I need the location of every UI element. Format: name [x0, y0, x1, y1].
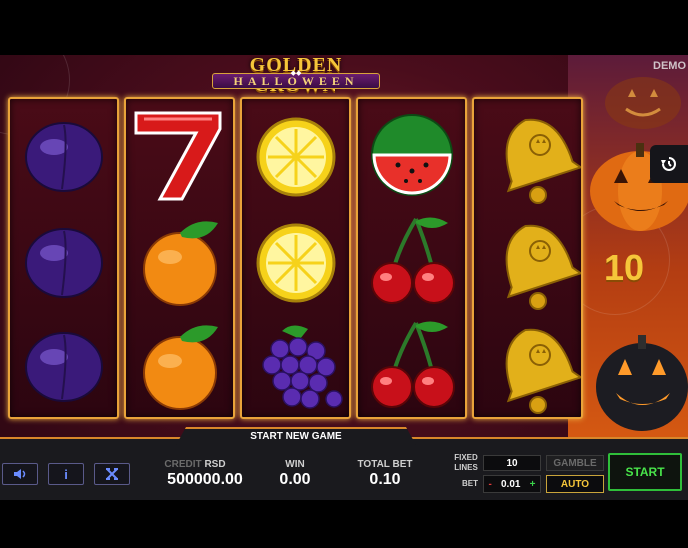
currency-label: RSD — [204, 459, 226, 470]
symbol-watermelon — [358, 103, 465, 209]
credit-value: 500000.00 — [167, 471, 243, 488]
symbol-plum — [10, 103, 117, 209]
symbol-bell — [474, 313, 581, 419]
reel-3 — [240, 97, 351, 419]
bet-value: 0.01 — [501, 478, 521, 490]
fullscreen-button[interactable] — [94, 463, 130, 485]
speaker-icon — [14, 469, 26, 479]
crown-icon: ◆◆ — [290, 70, 302, 77]
symbol-cherries — [358, 209, 465, 315]
fullscreen-icon — [106, 468, 118, 480]
credit-label-text: CREDIT — [164, 459, 202, 470]
bet-increase-button[interactable]: + — [530, 479, 536, 490]
symbol-bell — [474, 103, 581, 209]
symbol-orange — [126, 313, 233, 419]
pumpkin-icon — [596, 335, 688, 431]
reel-4 — [356, 97, 467, 419]
info-button[interactable]: i — [48, 463, 84, 485]
start-new-game-button[interactable]: START NEW GAME — [176, 427, 416, 445]
credit-label: CREDIT RSD — [160, 459, 230, 470]
total-bet-value: 0.10 — [369, 471, 401, 488]
lines-count: 10 — [604, 247, 645, 288]
reel-5 — [472, 97, 583, 419]
symbol-plum — [10, 209, 117, 315]
fixed-lines-value: 10 — [483, 455, 541, 471]
history-button[interactable] — [650, 145, 688, 183]
symbol-lemon — [242, 209, 349, 315]
demo-label: DEMO — [653, 60, 686, 72]
screen: GOLDEN CROWN HALLOWEEN ◆◆ DEMO — [0, 0, 688, 548]
bet-decrease-button[interactable]: - — [489, 479, 492, 490]
reel-2 — [124, 97, 235, 419]
info-icon: i — [64, 466, 68, 482]
total-bet-label: TOTAL BET — [357, 459, 413, 470]
symbol-plum — [10, 313, 117, 419]
history-icon — [661, 157, 676, 171]
symbol-cherries — [358, 313, 465, 419]
win-label: WIN — [285, 459, 305, 470]
pumpkin-icon — [605, 77, 681, 129]
win-value: 0.00 — [279, 471, 311, 488]
sound-button[interactable] — [2, 463, 38, 485]
reel-1 — [8, 97, 119, 419]
bet-stepper: - 0.01 + — [483, 475, 541, 493]
fixed-lines-label: FIXED LINES — [454, 453, 478, 472]
bet-label: BET — [462, 479, 478, 488]
auto-button[interactable]: AUTO — [546, 475, 604, 493]
start-button[interactable]: START — [608, 453, 682, 491]
gamble-button[interactable]: GAMBLE — [546, 455, 604, 471]
symbol-seven — [126, 103, 233, 209]
symbol-grapes — [242, 313, 349, 419]
symbol-lemon — [242, 103, 349, 209]
game-logo: GOLDEN CROWN HALLOWEEN ◆◆ — [212, 55, 380, 95]
symbol-bell — [474, 209, 581, 315]
game-area: GOLDEN CROWN HALLOWEEN ◆◆ DEMO — [0, 55, 688, 500]
symbol-orange — [126, 209, 233, 315]
